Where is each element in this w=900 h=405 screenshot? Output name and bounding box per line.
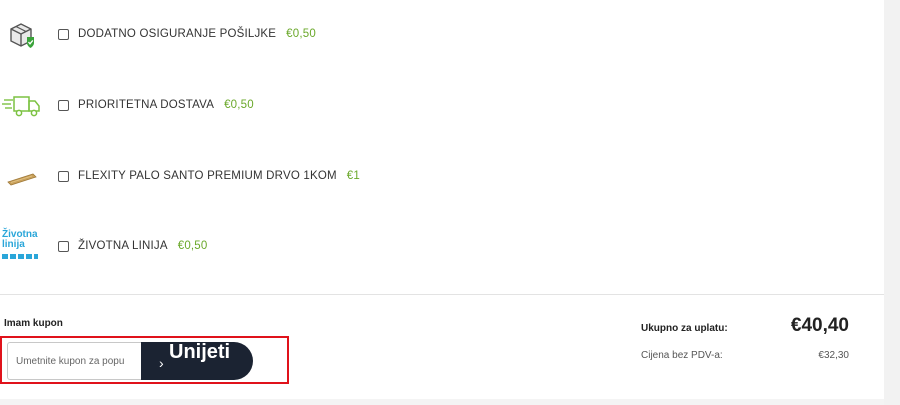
net-price-label: Cijena bez PDV-a: [641, 350, 723, 361]
zivotna-linija-checkbox[interactable] [58, 241, 69, 252]
checkout-panel: DODATNO OSIGURANJE POŠILJKE €0,50 PRIORIT… [0, 0, 884, 405]
addon-price: €0,50 [286, 28, 316, 40]
addon-label: FLEXITY PALO SANTO PREMIUM DRVO 1KOM €1 [78, 170, 360, 182]
apply-coupon-label: Unijeti [169, 341, 231, 363]
palo-santo-stick-icon [2, 157, 42, 197]
priority-delivery-checkbox[interactable] [58, 100, 69, 111]
bottom-strip [0, 399, 884, 405]
net-price-value: €32,30 [818, 350, 849, 361]
page-gutter [884, 0, 900, 405]
addon-price: €0,50 [224, 99, 254, 111]
apply-coupon-button[interactable]: › Unijeti [141, 341, 253, 380]
logo-text: Životna linija [2, 229, 38, 250]
chevron-right-icon: › [159, 355, 164, 371]
total-value: €40,40 [790, 315, 849, 336]
section-divider [0, 294, 884, 295]
addon-label: ŽIVOTNA LINIJA €0,50 [78, 240, 208, 252]
coupon-label: Imam kupon [4, 318, 63, 329]
zivotna-linija-logo: Životna linija [2, 227, 40, 267]
package-shield-icon [2, 15, 42, 55]
addon-label: PRIORITETNA DOSTAVA €0,50 [78, 99, 254, 111]
insurance-checkbox[interactable] [58, 29, 69, 40]
addon-label: DODATNO OSIGURANJE POŠILJKE €0,50 [78, 28, 316, 40]
palo-santo-checkbox[interactable] [58, 171, 69, 182]
addon-price: €1 [346, 170, 360, 182]
total-label: Ukupno za uplatu: [641, 323, 728, 334]
addon-price: €0,50 [177, 240, 208, 252]
fast-delivery-truck-icon [2, 86, 42, 126]
